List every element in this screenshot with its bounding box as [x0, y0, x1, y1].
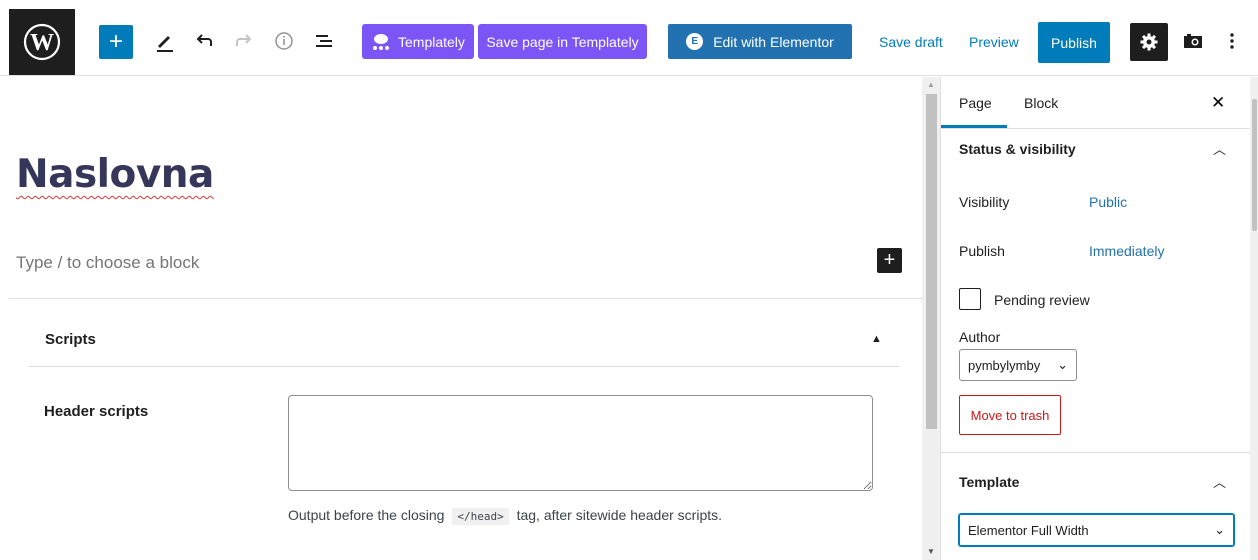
publish-label: Publish: [959, 243, 1005, 259]
templately-label: Templately: [398, 33, 465, 50]
undo-icon[interactable]: [192, 28, 218, 54]
chevron-up-icon[interactable]: ︿: [1213, 139, 1226, 158]
tab-block[interactable]: Block: [1024, 95, 1058, 111]
sidebar-scrollbar[interactable]: [1250, 77, 1258, 560]
collapse-triangle-icon[interactable]: ▲: [871, 333, 882, 345]
chevron-down-icon: ⌄: [1214, 522, 1225, 537]
sidebar-scroll-thumb[interactable]: [1252, 99, 1257, 231]
settings-sidebar: Page Block ✕ Status & visibility ︿ Visib…: [940, 77, 1258, 560]
author-selected-value: pymbylymby: [968, 357, 1041, 373]
preview-button[interactable]: Preview: [969, 34, 1019, 50]
scroll-down-arrow-icon[interactable]: ▼: [927, 547, 935, 556]
templately-icon: [373, 33, 389, 50]
camera-icon[interactable]: [1180, 28, 1206, 54]
info-icon[interactable]: [271, 28, 297, 54]
publish-button[interactable]: Publish: [1038, 22, 1110, 63]
publish-date-value[interactable]: Immediately: [1089, 243, 1164, 259]
header-scripts-textarea[interactable]: [288, 395, 873, 491]
redo-icon[interactable]: [230, 28, 256, 54]
help-text-after: tag, after sitewide header scripts.: [516, 507, 723, 523]
gear-icon: [1140, 33, 1158, 51]
editor-canvas: Naslovna Type / to choose a block + Scri…: [0, 77, 922, 560]
panel-divider: [941, 452, 1250, 453]
pending-review-label[interactable]: Pending review: [994, 292, 1090, 308]
move-to-trash-button[interactable]: Move to trash: [959, 395, 1061, 435]
inline-add-block-button[interactable]: +: [877, 248, 902, 273]
visibility-label: Visibility: [959, 194, 1010, 210]
scripts-metabox-header[interactable]: Scripts ▲: [28, 299, 900, 367]
template-select[interactable]: Elementor Full Width ⌄: [959, 514, 1234, 546]
edit-tools-icon[interactable]: [152, 28, 178, 54]
header-scripts-help: Output before the closing </head> tag, a…: [288, 507, 723, 525]
templately-button[interactable]: Templately: [362, 24, 474, 59]
header-scripts-label: Header scripts: [44, 403, 149, 420]
author-label: Author: [959, 329, 1001, 345]
settings-button[interactable]: [1130, 23, 1168, 61]
tab-page[interactable]: Page: [959, 95, 992, 111]
scroll-up-arrow-icon[interactable]: ▲: [927, 80, 935, 89]
add-block-button[interactable]: +: [99, 25, 133, 59]
status-visibility-panel-title[interactable]: Status & visibility: [959, 141, 1076, 157]
template-selected-value: Elementor Full Width: [968, 522, 1089, 538]
chevron-down-icon: ⌄: [1057, 357, 1068, 372]
wordpress-icon: W: [23, 23, 61, 61]
page-title[interactable]: Naslovna: [16, 152, 214, 197]
pending-review-checkbox[interactable]: [959, 288, 981, 310]
chevron-up-icon[interactable]: ︿: [1213, 472, 1226, 491]
editor-top-toolbar: W + Templately Save page in Templately E…: [0, 0, 1258, 76]
sidebar-tabs: Page Block ✕: [941, 77, 1258, 129]
save-draft-button[interactable]: Save draft: [879, 34, 943, 50]
scripts-metabox-title: Scripts: [45, 331, 96, 348]
help-code: </head>: [452, 508, 509, 525]
wordpress-logo-button[interactable]: W: [9, 9, 75, 75]
more-options-icon[interactable]: [1219, 28, 1245, 54]
elementor-icon: E: [686, 33, 704, 50]
elementor-label: Edit with Elementor: [713, 33, 834, 50]
svg-text:W: W: [30, 30, 54, 56]
block-placeholder[interactable]: Type / to choose a block: [16, 253, 199, 273]
editor-scroll-thumb[interactable]: [926, 94, 937, 429]
editor-scrollbar[interactable]: ▲ ▼: [922, 77, 940, 560]
save-page-in-templately-button[interactable]: Save page in Templately: [478, 24, 647, 59]
author-select[interactable]: pymbylymby ⌄: [959, 349, 1077, 381]
list-view-icon[interactable]: [311, 28, 337, 54]
active-tab-indicator: [941, 125, 1007, 128]
help-text-before: Output before the closing: [288, 507, 445, 523]
close-icon[interactable]: ✕: [1211, 93, 1225, 113]
visibility-value[interactable]: Public: [1089, 194, 1127, 210]
template-panel-title[interactable]: Template: [959, 474, 1019, 490]
edit-with-elementor-button[interactable]: E Edit with Elementor: [668, 24, 852, 59]
